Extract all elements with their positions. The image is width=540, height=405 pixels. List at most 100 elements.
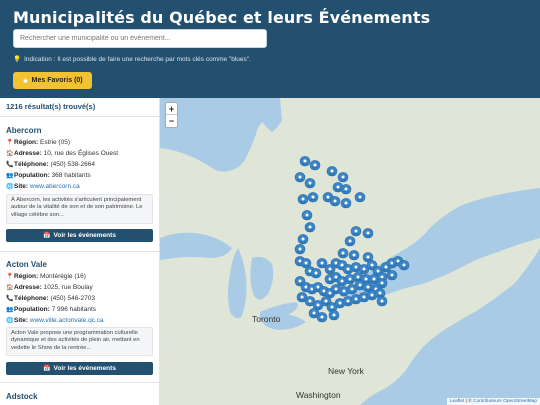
map-marker-dot	[308, 299, 312, 303]
address-value: 10, rue des Églises Ouest	[43, 150, 119, 157]
map-marker-dot	[366, 231, 370, 235]
address-row: 🏠Adresse: 10, rue des Églises Ouest	[6, 150, 118, 157]
address-row: 🏠Adresse: 1025, rue Boulay	[6, 284, 93, 291]
map-marker-dot	[340, 263, 344, 267]
map-marker-dot	[340, 279, 344, 283]
zoom-control[interactable]: + −	[165, 102, 178, 128]
map-attribution: Leaflet | © Contributeurs OpenStreetMap	[446, 398, 540, 405]
view-events-label: Voir les événements	[53, 232, 116, 239]
map-marker-dot	[324, 299, 328, 303]
phone-icon: 📞	[6, 296, 14, 302]
site-label: Site:	[14, 183, 29, 190]
search-input[interactable]	[13, 29, 267, 48]
site-link[interactable]: www.ville.actonvale.qc.ca	[30, 317, 104, 324]
globe-icon: 🌐	[6, 184, 14, 190]
site-link[interactable]: www.abercorn.ca	[30, 183, 80, 190]
map-marker-dot	[328, 291, 332, 295]
address-label: Adresse:	[14, 284, 42, 291]
zoom-out-button[interactable]: −	[166, 115, 177, 127]
favorites-label: Mes Favoris (0)	[31, 77, 83, 84]
municipality-name[interactable]: Acton Vale	[6, 260, 47, 269]
view-events-button[interactable]: 📅 Voir les événements	[6, 229, 153, 242]
map-label-new-york: New York	[328, 366, 364, 376]
map-marker-dot	[346, 267, 350, 271]
map-marker-dot	[328, 267, 332, 271]
divider	[0, 116, 159, 117]
site-label: Site:	[14, 317, 29, 324]
map-marker-dot	[366, 255, 370, 259]
map-marker-dot	[384, 265, 388, 269]
lightbulb-icon: 💡	[13, 56, 22, 63]
map-marker-dot	[390, 273, 394, 277]
population-value: 7 996 habitants	[51, 306, 97, 313]
phone-row: 📞Téléphone: (450) 538-2664	[6, 161, 95, 168]
map-marker-dot	[336, 185, 340, 189]
attribution-separator: | ©	[464, 399, 473, 404]
map-label-washington: Washington	[296, 390, 341, 400]
map-canvas[interactable]	[160, 98, 540, 405]
region-label: Région:	[14, 139, 39, 146]
map-marker-dot	[301, 197, 305, 201]
divider	[0, 382, 159, 383]
region-value: Montérégie (16)	[40, 273, 86, 280]
municipality-description: À Abercorn, les activités s'articulent p…	[6, 194, 153, 224]
map-marker-dot	[316, 303, 320, 307]
osm-link[interactable]: Contributeurs OpenStreetMap	[473, 399, 537, 404]
map-marker-dot	[352, 253, 356, 257]
pin-icon: 📍	[6, 274, 14, 280]
address-value: 1025, rue Boulay	[43, 284, 93, 291]
map-marker-dot	[304, 261, 308, 265]
map-marker-dot	[332, 313, 336, 317]
map-marker-dot	[344, 187, 348, 191]
map-marker-dot	[396, 259, 400, 263]
view-events-label: Voir les événements	[53, 365, 116, 372]
map-marker-dot	[362, 267, 366, 271]
map-marker-dot	[298, 247, 302, 251]
globe-icon: 🌐	[6, 318, 14, 324]
zoom-in-button[interactable]: +	[166, 103, 177, 115]
map-marker-dot	[354, 229, 358, 233]
results-sidebar[interactable]: 1216 résultat(s) trouvé(s) Abercorn 📍Rég…	[0, 98, 160, 405]
map-marker-dot	[314, 271, 318, 275]
map-marker-dot	[358, 283, 362, 287]
leaflet-link[interactable]: Leaflet	[450, 399, 464, 404]
favorites-button[interactable]: ★ Mes Favoris (0)	[13, 72, 92, 89]
house-icon: 🏠	[6, 285, 14, 291]
map-marker-dot	[378, 291, 382, 295]
map-marker-dot	[350, 287, 354, 291]
map-marker-dot	[380, 299, 384, 303]
map-marker-dot	[356, 275, 360, 279]
municipality-name[interactable]: Adstock	[6, 392, 38, 401]
map-marker-dot	[313, 163, 317, 167]
star-icon: ★	[22, 77, 29, 85]
map-marker-dot	[311, 195, 315, 199]
map-marker-dot	[354, 297, 358, 301]
map-marker-dot	[301, 237, 305, 241]
view-events-button[interactable]: 📅 Voir les événements	[6, 362, 153, 375]
map-view[interactable]: + − Toronto New York Washington Leaflet …	[160, 98, 540, 405]
people-icon: 👥	[6, 307, 14, 313]
map-marker-dot	[333, 199, 337, 203]
map-marker-dot	[341, 175, 345, 179]
map-marker-dot	[344, 201, 348, 205]
people-icon: 👥	[6, 173, 14, 179]
map-marker-dot	[305, 213, 309, 217]
map-marker-dot	[342, 289, 346, 293]
map-marker-dot	[354, 265, 358, 269]
region-row: 📍Région: Montérégie (16)	[6, 273, 86, 280]
map-label-toronto: Toronto	[252, 314, 281, 324]
map-marker-dot	[370, 263, 374, 267]
map-marker-dot	[312, 311, 316, 315]
map-marker-dot	[376, 269, 380, 273]
region-label: Région:	[14, 273, 39, 280]
map-marker-dot	[316, 285, 320, 289]
map-marker-dot	[334, 287, 338, 291]
search-hint: 💡 Indication : Il est possible de faire u…	[13, 55, 251, 63]
search-hint-text: Indication : Il est possible de faire un…	[24, 56, 251, 63]
municipality-name[interactable]: Abercorn	[6, 126, 42, 135]
results-count: 1216 résultat(s) trouvé(s)	[6, 102, 96, 111]
map-marker-dot	[303, 159, 307, 163]
site-row: 🌐Site: www.ville.actonvale.qc.ca	[6, 317, 104, 324]
map-marker-dot	[348, 277, 352, 281]
map-marker-dot	[380, 281, 384, 285]
